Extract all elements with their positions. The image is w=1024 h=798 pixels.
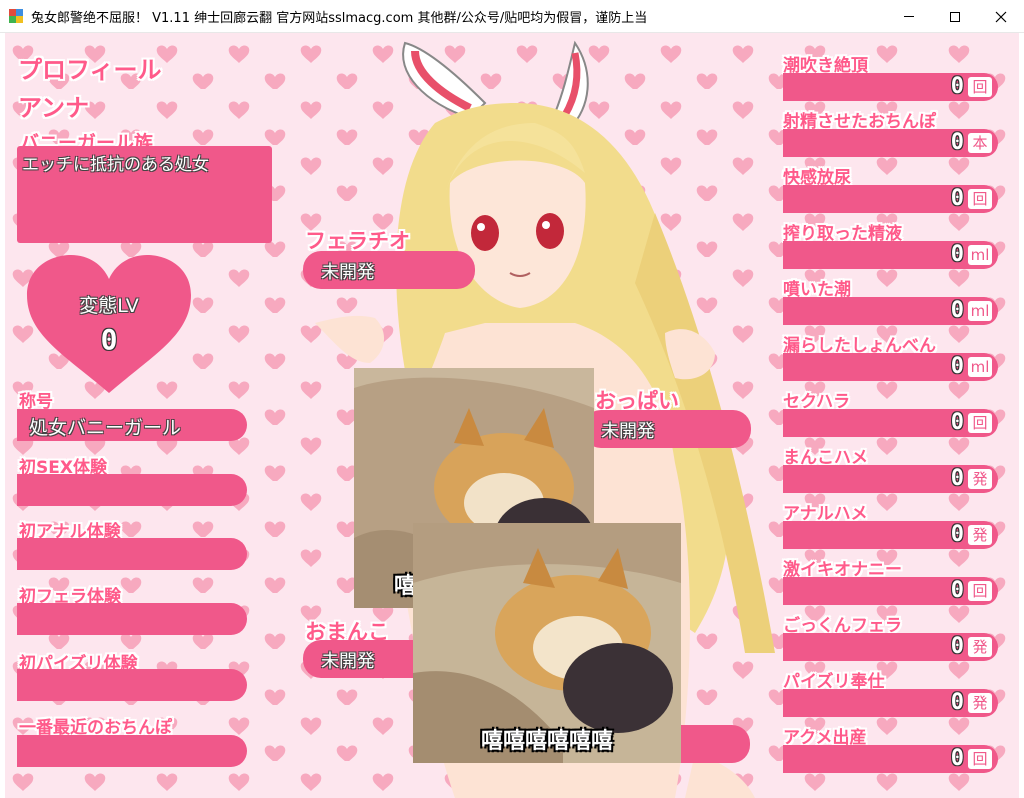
first-anal-box (17, 538, 247, 570)
stat-unit: ml (968, 245, 992, 265)
game-screen: プロフィール アンナ バニーガール族 エッチに抵抗のある処女 変態LV 0 称号… (5, 33, 1019, 798)
stat-unit: 回 (968, 749, 992, 769)
minimize-icon (904, 16, 914, 17)
app-icon (9, 9, 23, 23)
stat-bar: 0回 (783, 745, 998, 773)
title-value-box: 処女バニーガール (17, 409, 247, 441)
stat-value: 0 (950, 578, 964, 603)
stat-bar: 0回 (783, 409, 998, 437)
stat-value: 0 (950, 186, 964, 211)
stat-value: 0 (950, 522, 964, 547)
fellatio-value: 未開発 (321, 262, 375, 283)
first-fellatio-box (17, 603, 247, 635)
stat-value: 0 (950, 298, 964, 323)
stat-value: 0 (950, 634, 964, 659)
stat-unit: 本 (968, 133, 992, 153)
stat-unit: 回 (968, 189, 992, 209)
stat-bar: 0 ml (783, 353, 998, 381)
stat-bar: 0 ml (783, 241, 998, 269)
stat-value: 0 (950, 466, 964, 491)
fellatio-box: 未開発 (303, 251, 475, 289)
description-box: エッチに抵抗のある処女 (17, 146, 272, 243)
stat-unit: 回 (968, 581, 992, 601)
stat-bar: 0 ml (783, 297, 998, 325)
title-value: 処女バニーガール (29, 417, 182, 439)
window-title: 兔女郎警绝不屈服！ V1.11 绅士回廊云翻 官方网站sslmacg.com 其… (31, 10, 648, 26)
character-description: エッチに抵抗のある処女 (22, 155, 209, 175)
stat-value: 0 (950, 690, 964, 715)
hentai-level-value: 0 (100, 323, 118, 356)
oppai-box: 未開発 (583, 410, 751, 448)
hentai-level-label: 変態LV (79, 295, 139, 317)
stat-value: 0 (950, 354, 964, 379)
stat-bar: 0発 (783, 521, 998, 549)
minimize-button[interactable] (886, 0, 932, 33)
stat-bar: 0発 (783, 465, 998, 493)
meme-image-front: 嘻嘻嘻嘻嘻嘻 (413, 523, 681, 763)
stat-bar: 0発 (783, 689, 998, 717)
stat-unit: 発 (968, 469, 992, 489)
stat-unit: 回 (968, 413, 992, 433)
stat-unit: 発 (968, 693, 992, 713)
stat-bar: 0発 (783, 633, 998, 661)
oppai-value: 未開発 (601, 421, 655, 442)
stat-value: 0 (950, 74, 964, 99)
stat-value: 0 (950, 746, 964, 771)
stat-bar: 0回 (783, 577, 998, 605)
omanko-value: 未開発 (321, 651, 375, 672)
stat-unit: ml (968, 357, 992, 377)
first-sex-box (17, 474, 247, 506)
first-paizuri-box (17, 669, 247, 701)
latest-box (17, 735, 247, 767)
stat-unit: 発 (968, 637, 992, 657)
stat-unit: ml (968, 301, 992, 321)
maximize-button[interactable] (932, 0, 978, 33)
close-button[interactable] (978, 0, 1024, 33)
stat-value: 0 (950, 242, 964, 267)
stat-unit: 回 (968, 77, 992, 97)
maximize-icon (950, 11, 960, 22)
character-name: アンナ (18, 94, 90, 122)
close-icon (995, 11, 1007, 22)
profile-heading: プロフィール (18, 56, 162, 84)
stat-bar: 0回 (783, 185, 998, 213)
stat-bar: 0回 (783, 73, 998, 101)
stat-value: 0 (950, 410, 964, 435)
meme-caption: 嘻嘻嘻嘻嘻嘻 (480, 729, 613, 754)
stat-bar: 0本 (783, 129, 998, 157)
window-titlebar: 兔女郎警绝不屈服！ V1.11 绅士回廊云翻 官方网站sslmacg.com 其… (0, 0, 1024, 33)
stat-unit: 発 (968, 525, 992, 545)
stat-value: 0 (950, 130, 964, 155)
